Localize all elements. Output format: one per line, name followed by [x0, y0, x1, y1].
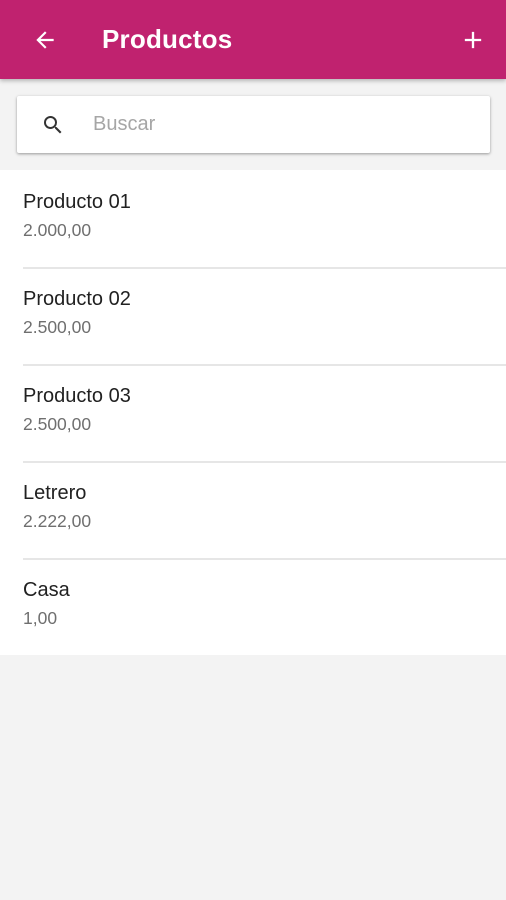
- product-name: Letrero: [23, 482, 87, 504]
- product-price: 2.000,00: [23, 220, 92, 240]
- list-item[interactable]: Casa 1,00: [0, 558, 506, 655]
- product-name: Producto 03: [23, 385, 131, 407]
- back-button[interactable]: [22, 17, 68, 63]
- list-item[interactable]: Letrero 2.222,00: [0, 461, 506, 558]
- product-list: Producto 01 2.000,00 Producto 02 2.500,0…: [0, 170, 506, 655]
- product-name: Producto 01: [23, 191, 131, 213]
- app-screen: Productos Producto 01 2.000,00 Producto …: [0, 0, 506, 900]
- product-name: Casa: [23, 579, 70, 601]
- plus-icon: [464, 31, 482, 49]
- product-price: 1,00: [23, 608, 58, 628]
- product-price: 2.500,00: [23, 414, 92, 434]
- arrow-back-icon: [36, 31, 54, 49]
- list-item[interactable]: Producto 03 2.500,00: [0, 364, 506, 461]
- search-icon: [44, 116, 62, 134]
- page-title: Productos: [102, 24, 233, 54]
- list-item[interactable]: Producto 02 2.500,00: [0, 267, 506, 364]
- product-price: 2.222,00: [23, 511, 92, 531]
- search-input[interactable]: [93, 96, 473, 153]
- product-name: Producto 02: [23, 288, 131, 310]
- product-price: 2.500,00: [23, 317, 92, 337]
- list-item[interactable]: Producto 01 2.000,00: [0, 170, 506, 267]
- add-product-button[interactable]: [450, 17, 496, 63]
- app-bar: Productos: [0, 0, 506, 79]
- search-bar: [17, 96, 490, 153]
